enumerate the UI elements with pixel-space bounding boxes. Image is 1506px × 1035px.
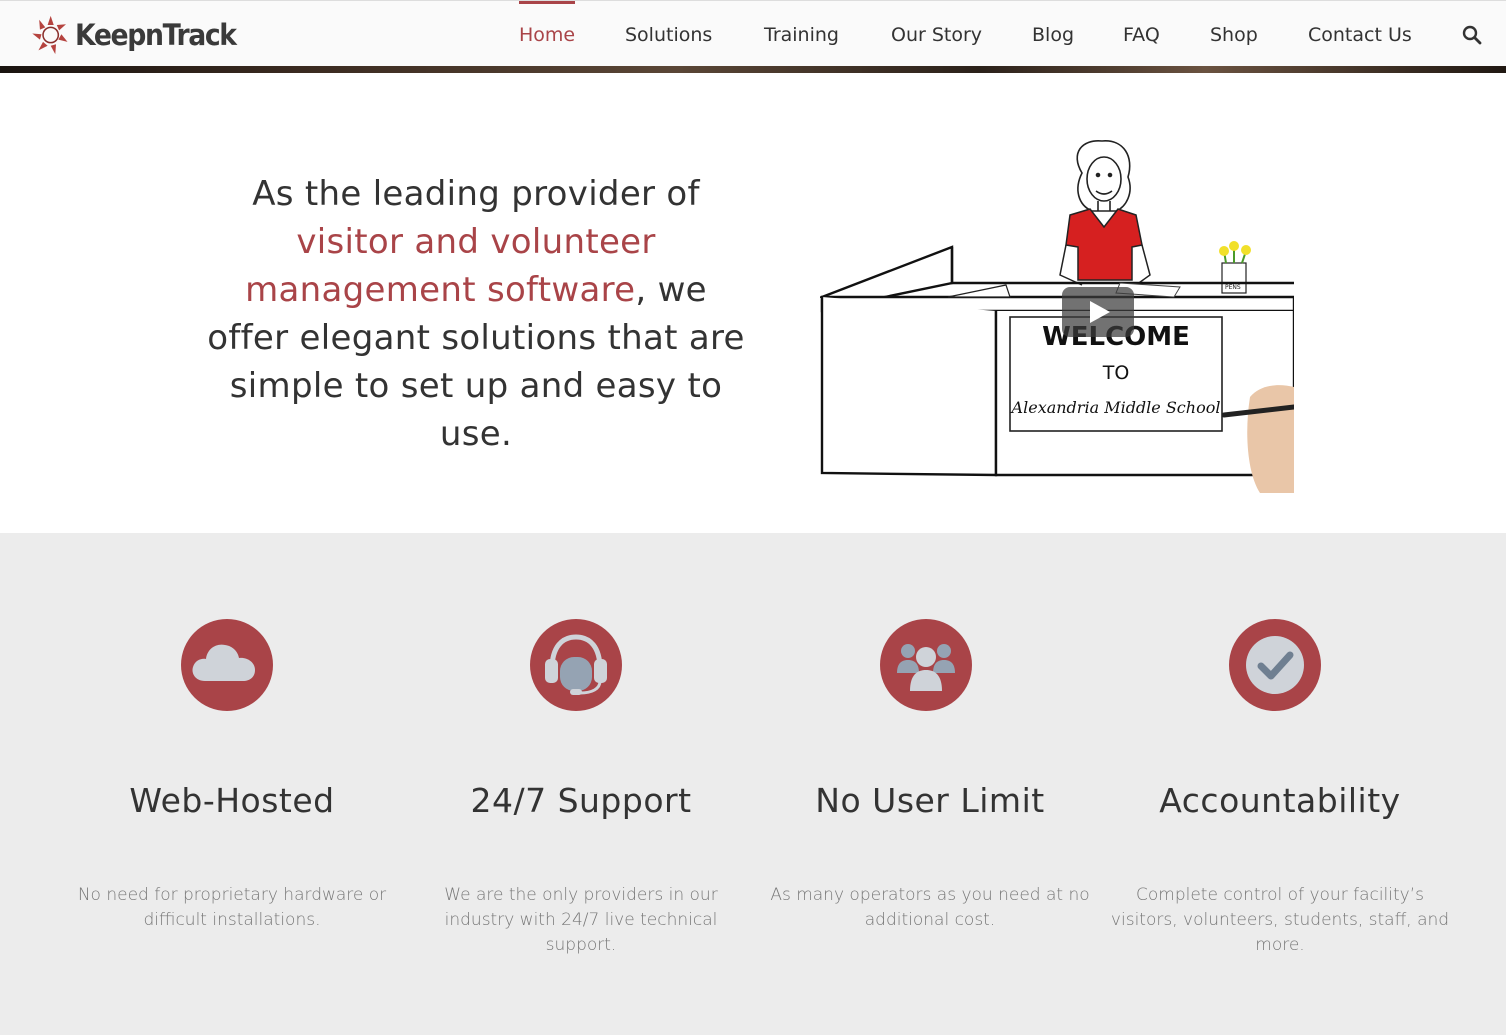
hero-highlight-link[interactable]: visitor and volunteer management softwar… (245, 222, 656, 310)
nav-contact-us[interactable]: Contact Us (1308, 1, 1412, 67)
nav-faq[interactable]: FAQ (1123, 1, 1160, 67)
sign-to: TO (1102, 362, 1130, 384)
hero-text-part1: As the leading provider of (252, 174, 700, 214)
feature-title: No User Limit (815, 781, 1045, 820)
cloud-icon (181, 619, 273, 711)
logo-star-icon (32, 15, 68, 55)
feature-description: Complete control of your facility’s visi… (1110, 885, 1450, 955)
video-thumbnail-illustration: PENS WELCOME TO Alexandria Middle School (820, 140, 1294, 493)
hero-statement: As the leading provider of visitor and v… (206, 170, 746, 458)
feature-description: We are the only providers in our industr… (444, 885, 718, 955)
feature-title: 24/7 Support (470, 781, 692, 820)
feature-description: No need for proprietary hardware or diff… (77, 885, 387, 930)
nav-solutions[interactable]: Solutions (625, 1, 712, 67)
feature-description: As many operators as you need at no addi… (770, 885, 1090, 930)
search-icon[interactable] (1462, 25, 1482, 45)
sign-school: Alexandria Middle School (1010, 398, 1221, 417)
nav-home[interactable]: Home (519, 1, 576, 67)
users-icon (880, 619, 972, 711)
logo[interactable]: KeepnTrack (30, 7, 250, 63)
site-header: KeepnTrack Home Solutions Training Our S… (0, 0, 1506, 66)
headset-icon (530, 619, 622, 711)
nav-shop[interactable]: Shop (1210, 1, 1258, 67)
cup-label: PENS (1225, 284, 1241, 291)
nav-our-story[interactable]: Our Story (891, 1, 982, 67)
feature-title: Web-Hosted (129, 781, 335, 820)
features-section: Web-Hosted No need for proprietary hardw… (0, 533, 1506, 1035)
checkmark-icon (1229, 619, 1321, 711)
intro-video[interactable]: PENS WELCOME TO Alexandria Middle School (820, 135, 1294, 493)
feature-title: Accountability (1159, 781, 1401, 820)
nav-blog[interactable]: Blog (1032, 1, 1074, 67)
logo-text: KeepnTrack (75, 18, 237, 52)
video-play-button[interactable] (1062, 287, 1134, 337)
header-banner-strip (0, 66, 1506, 73)
nav-training[interactable]: Training (764, 1, 839, 67)
